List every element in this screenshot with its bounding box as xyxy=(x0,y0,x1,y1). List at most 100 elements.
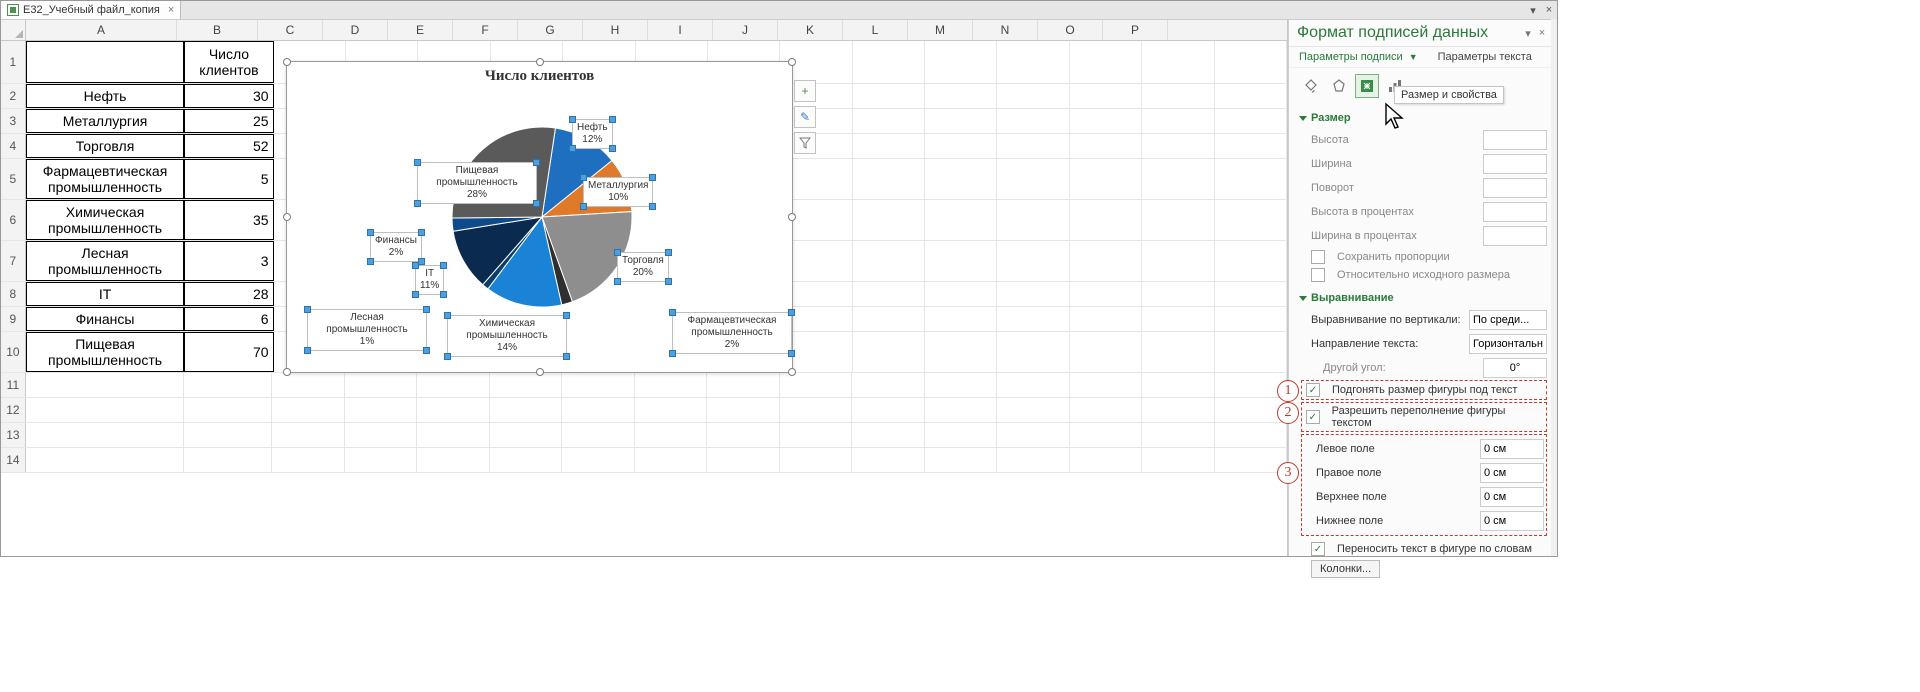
cell[interactable] xyxy=(1142,241,1214,281)
cell[interactable] xyxy=(1070,282,1142,306)
cell[interactable] xyxy=(1070,134,1142,158)
cell[interactable] xyxy=(1142,109,1214,133)
cell[interactable] xyxy=(997,41,1069,83)
cell[interactable] xyxy=(1070,398,1143,422)
row-header[interactable]: 2 xyxy=(1,84,26,108)
cell[interactable] xyxy=(1142,307,1214,331)
column-header[interactable]: G xyxy=(518,20,583,40)
cell[interactable] xyxy=(1070,84,1142,108)
right-margin-input[interactable] xyxy=(1480,463,1544,483)
cell[interactable] xyxy=(1215,282,1287,306)
cell[interactable]: 70 xyxy=(184,332,273,372)
row-header[interactable]: 6 xyxy=(1,200,26,240)
column-header[interactable]: I xyxy=(648,20,713,40)
cell[interactable]: Металлургия xyxy=(26,109,185,133)
cell[interactable] xyxy=(997,134,1069,158)
section-size-header[interactable]: Размер xyxy=(1299,112,1547,124)
cell[interactable] xyxy=(272,398,345,422)
cell[interactable] xyxy=(1070,332,1142,372)
cell[interactable] xyxy=(490,373,563,397)
overflow-checkbox[interactable]: ✓ xyxy=(1306,410,1320,424)
row-header[interactable]: 9 xyxy=(1,307,26,331)
cell[interactable]: 6 xyxy=(184,307,273,331)
cell[interactable] xyxy=(1142,332,1214,372)
cell[interactable] xyxy=(1215,373,1287,397)
cell[interactable] xyxy=(1142,373,1215,397)
cell[interactable] xyxy=(852,423,925,447)
cell[interactable] xyxy=(997,332,1069,372)
cell[interactable] xyxy=(925,307,997,331)
cell[interactable] xyxy=(707,398,780,422)
pane-options-icon[interactable]: ▾ xyxy=(1521,27,1535,40)
column-header[interactable]: A xyxy=(26,20,177,40)
cell[interactable] xyxy=(1215,84,1287,108)
cell[interactable] xyxy=(1070,241,1142,281)
cell[interactable] xyxy=(1215,307,1287,331)
tabs-dropdown-icon[interactable]: ▾ xyxy=(1525,4,1541,17)
cell[interactable]: 30 xyxy=(184,84,273,108)
cell[interactable] xyxy=(1142,41,1214,83)
row-header[interactable]: 10 xyxy=(1,332,26,372)
close-tab-icon[interactable]: × xyxy=(168,4,174,16)
cell[interactable] xyxy=(925,373,998,397)
chart-plot-area[interactable]: Нефть12%Металлургия10%Торговля20%Фармаце… xyxy=(287,87,792,367)
cell[interactable] xyxy=(997,398,1070,422)
cell[interactable] xyxy=(26,373,184,397)
cell[interactable] xyxy=(1142,200,1214,240)
cell[interactable] xyxy=(997,159,1069,199)
cell[interactable]: Финансы xyxy=(26,307,185,331)
row-header[interactable]: 4 xyxy=(1,134,26,158)
data-label[interactable]: Нефть12% xyxy=(572,119,613,149)
cell[interactable] xyxy=(780,448,853,472)
cell[interactable] xyxy=(707,373,780,397)
resize-handle[interactable] xyxy=(788,58,796,66)
row-header[interactable]: 13 xyxy=(1,423,26,447)
cell[interactable] xyxy=(1142,398,1215,422)
column-header[interactable]: B xyxy=(177,20,258,40)
data-label[interactable]: Пищевая промышленность28% xyxy=(417,162,537,204)
cell[interactable] xyxy=(1142,448,1215,472)
cell[interactable] xyxy=(490,423,563,447)
cell[interactable]: Торговля xyxy=(26,134,185,158)
cell[interactable] xyxy=(26,448,184,472)
cell[interactable] xyxy=(852,373,925,397)
cell[interactable] xyxy=(997,448,1070,472)
cell[interactable] xyxy=(997,423,1070,447)
cell[interactable] xyxy=(853,241,925,281)
cell[interactable] xyxy=(417,423,490,447)
cell[interactable] xyxy=(997,200,1069,240)
cell[interactable] xyxy=(1215,332,1287,372)
cell[interactable] xyxy=(1215,41,1287,83)
cell[interactable] xyxy=(853,307,925,331)
cell[interactable] xyxy=(853,282,925,306)
cell[interactable] xyxy=(1215,241,1287,281)
top-margin-input[interactable] xyxy=(1480,487,1544,507)
cell[interactable] xyxy=(562,398,635,422)
cell[interactable]: 52 xyxy=(184,134,273,158)
column-header[interactable]: E xyxy=(388,20,453,40)
cell[interactable] xyxy=(925,332,997,372)
cell[interactable] xyxy=(635,423,708,447)
column-header[interactable]: F xyxy=(453,20,518,40)
column-header[interactable]: M xyxy=(908,20,973,40)
bottom-margin-input[interactable] xyxy=(1480,511,1544,531)
cell[interactable] xyxy=(272,423,345,447)
fill-icon[interactable] xyxy=(1299,74,1323,98)
cell[interactable] xyxy=(1215,109,1287,133)
select-all-cell[interactable] xyxy=(1,20,26,40)
fit-text-checkbox[interactable]: ✓ xyxy=(1306,383,1320,397)
cell[interactable] xyxy=(635,373,708,397)
cell[interactable] xyxy=(1215,423,1287,447)
size-properties-icon[interactable] xyxy=(1355,74,1379,98)
column-header[interactable]: C xyxy=(258,20,323,40)
cell[interactable] xyxy=(1142,84,1214,108)
cell[interactable] xyxy=(272,448,345,472)
angle-input[interactable] xyxy=(1483,358,1547,378)
columns-button[interactable]: Колонки... xyxy=(1311,560,1380,578)
cell[interactable] xyxy=(635,398,708,422)
data-label[interactable]: Финансы2% xyxy=(370,232,422,262)
cell[interactable]: 25 xyxy=(184,109,273,133)
cell[interactable] xyxy=(1070,200,1142,240)
data-label[interactable]: Лесная промышленность1% xyxy=(307,309,427,351)
row-header[interactable]: 5 xyxy=(1,159,26,199)
